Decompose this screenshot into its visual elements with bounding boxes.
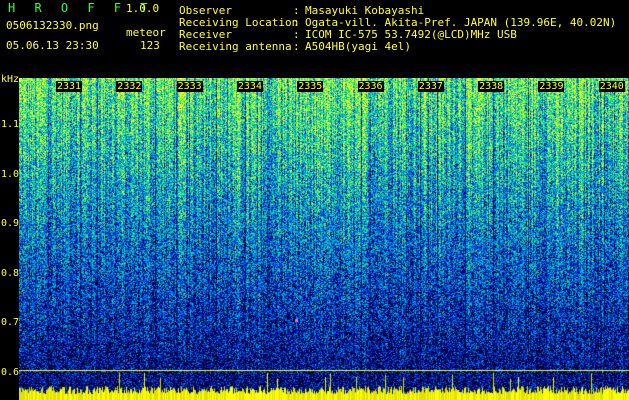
- x-tick-label: 2334: [236, 81, 263, 92]
- date-time: 05.06.13 23:30: [6, 39, 99, 52]
- x-tick-label: 2332: [116, 81, 143, 92]
- file-name: 0506132330.png: [6, 19, 99, 32]
- x-tick-label: 2336: [357, 81, 384, 92]
- x-tick-label: 2331: [56, 81, 83, 92]
- info-sep: :: [293, 40, 300, 53]
- detection-count: 123: [140, 39, 160, 52]
- app-version: 1.0.0: [126, 2, 160, 15]
- x-tick-label: 2338: [478, 81, 505, 92]
- x-tick-label: 2333: [176, 81, 203, 92]
- x-tick-label: 2335: [297, 81, 324, 92]
- y-axis-unit: kHz: [1, 74, 20, 85]
- x-tick-label: 2340: [598, 81, 625, 92]
- mode-label: meteor: [126, 26, 166, 39]
- x-tick-label: 2337: [417, 81, 444, 92]
- spectrogram-image: [19, 78, 629, 400]
- info-value-antenna: A504HB(yagi 4el): [305, 40, 411, 53]
- header-panel: H R O F F T 1.0.0 0506132330.png meteor …: [0, 0, 629, 78]
- y-tick-label: 0.8: [1, 268, 20, 279]
- y-tick-label: 0.7: [1, 317, 20, 328]
- y-tick-label: 1.1: [1, 119, 20, 130]
- y-tick-label: 1.0: [1, 169, 20, 180]
- y-tick-label: 0.9: [1, 218, 20, 229]
- info-key-antenna: Receiving antenna: [179, 40, 292, 53]
- y-tick-label: 0.6: [1, 367, 20, 378]
- x-tick-label: 2339: [538, 81, 565, 92]
